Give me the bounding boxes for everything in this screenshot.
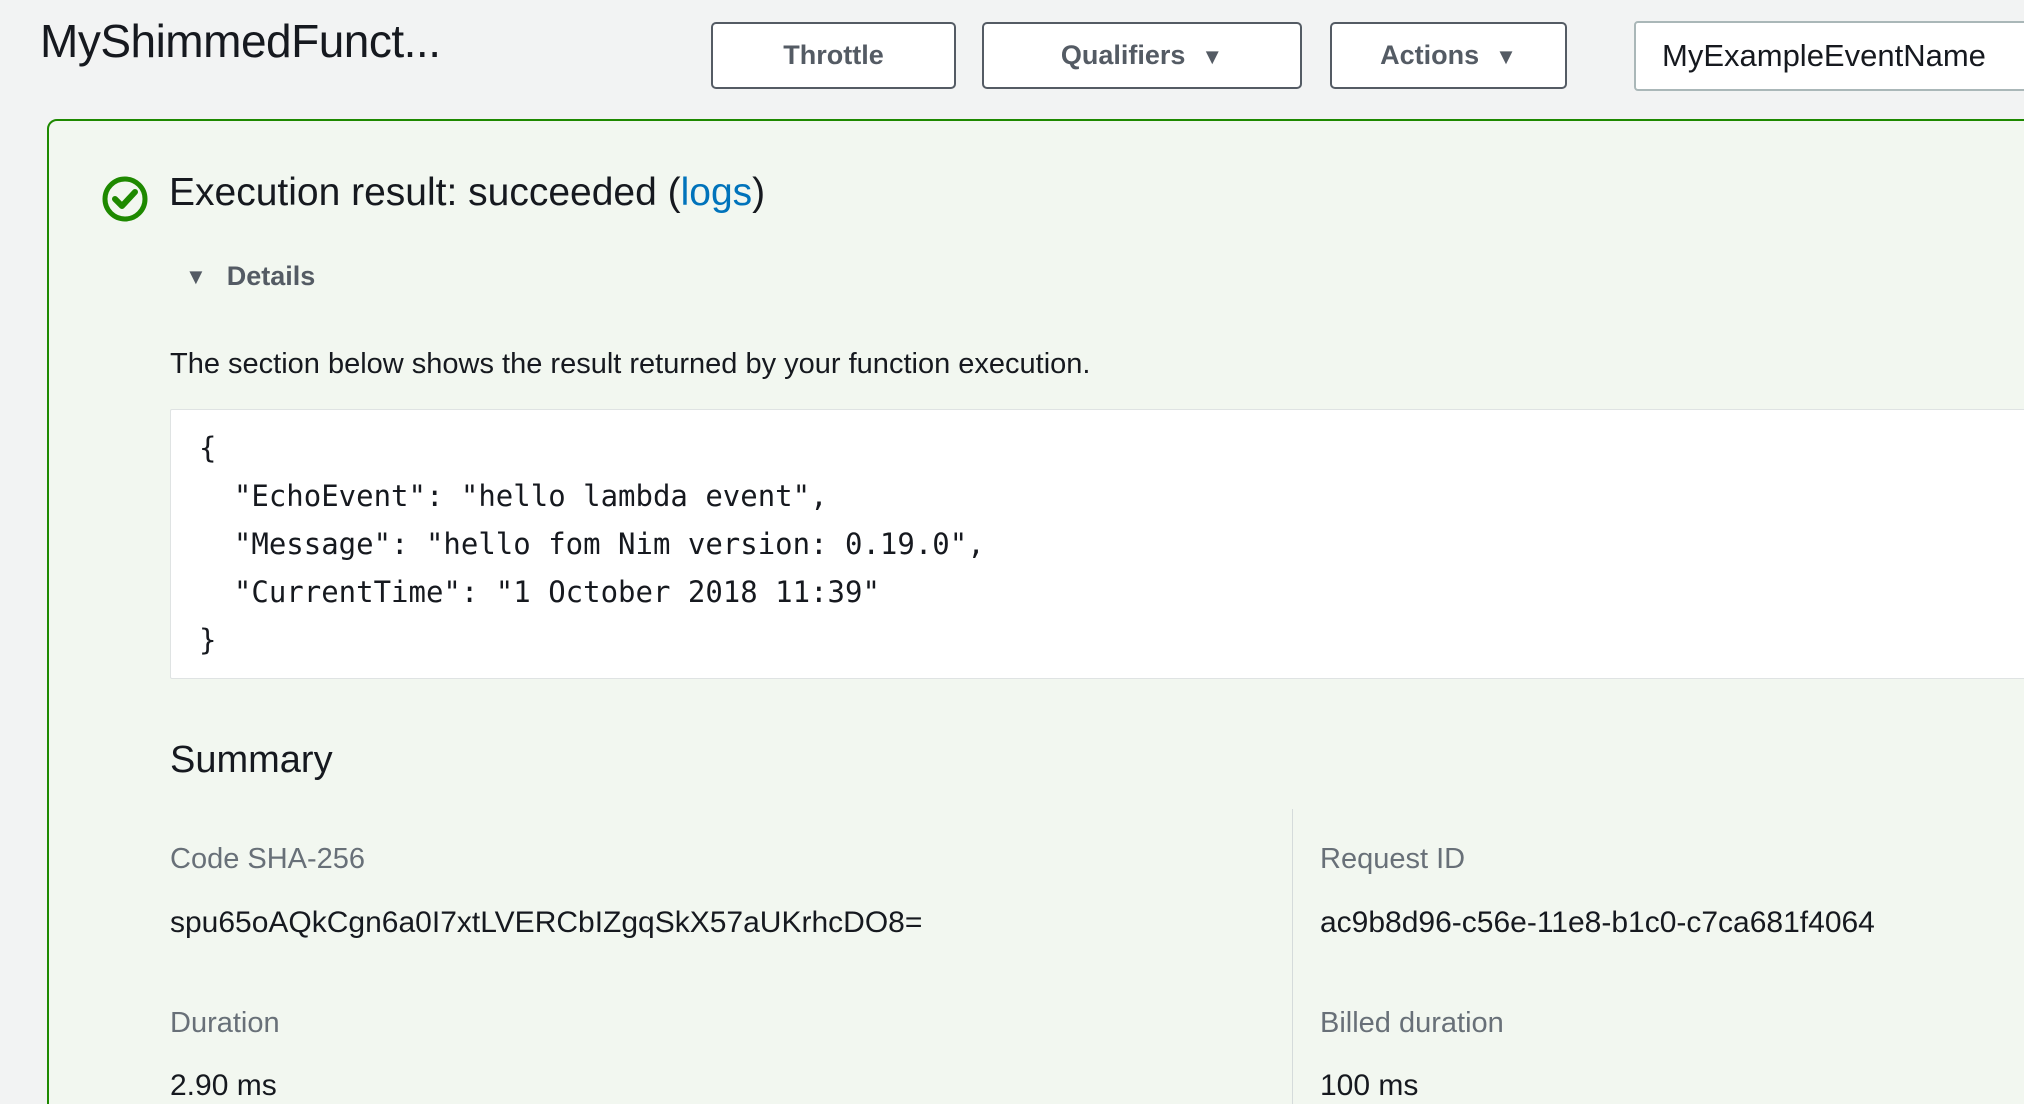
execution-result-status: Execution result: succeeded (logs)	[169, 171, 765, 215]
chevron-down-icon: ▼	[1201, 44, 1223, 70]
lambda-console-screen: MyShimmedFunct... Throttle Qualifiers ▼ …	[0, 0, 2024, 1104]
status-text-prefix: Execution result: succeeded (	[169, 171, 681, 214]
summary-heading: Summary	[170, 739, 333, 782]
throttle-button[interactable]: Throttle	[711, 22, 956, 89]
status-text-suffix: )	[752, 171, 765, 214]
qualifiers-button-label: Qualifiers	[1061, 40, 1186, 71]
billed-duration-label: Billed duration	[1320, 1007, 1504, 1040]
code-sha256-value: spu65oAQkCgn6a0I7xtLVERCbIZgqSkX57aUKrhc…	[170, 906, 922, 940]
details-expander-label: Details	[227, 261, 316, 292]
actions-button-label: Actions	[1380, 40, 1479, 71]
function-output-box: { "EchoEvent": "hello lambda event", "Me…	[170, 409, 2024, 679]
execution-result-panel: Execution result: succeeded (logs) ▼ Det…	[47, 119, 2024, 1104]
duration-value: 2.90 ms	[170, 1069, 277, 1103]
throttle-button-label: Throttle	[783, 40, 884, 71]
chevron-down-icon: ▼	[1495, 44, 1517, 70]
request-id-label: Request ID	[1320, 843, 1465, 876]
test-event-select-value: MyExampleEventName	[1662, 38, 1986, 74]
function-header: MyShimmedFunct... Throttle Qualifiers ▼ …	[0, 0, 2024, 119]
triangle-down-icon: ▼	[185, 264, 207, 290]
result-description-text: The section below shows the result retur…	[170, 348, 1090, 381]
actions-dropdown-button[interactable]: Actions ▼	[1330, 22, 1567, 89]
code-sha256-label: Code SHA-256	[170, 843, 365, 876]
function-name-title: MyShimmedFunct...	[40, 14, 441, 68]
billed-duration-value: 100 ms	[1320, 1069, 1418, 1103]
success-check-icon	[101, 175, 149, 223]
function-output-json: { "EchoEvent": "hello lambda event", "Me…	[199, 424, 2011, 664]
test-event-select[interactable]: MyExampleEventName	[1634, 21, 2024, 91]
logs-link[interactable]: logs	[681, 171, 753, 214]
summary-column-divider	[1292, 809, 1293, 1104]
qualifiers-dropdown-button[interactable]: Qualifiers ▼	[982, 22, 1302, 89]
duration-label: Duration	[170, 1007, 280, 1040]
details-expander[interactable]: ▼ Details	[185, 261, 315, 292]
request-id-value: ac9b8d96-c56e-11e8-b1c0-c7ca681f4064	[1320, 906, 1875, 940]
